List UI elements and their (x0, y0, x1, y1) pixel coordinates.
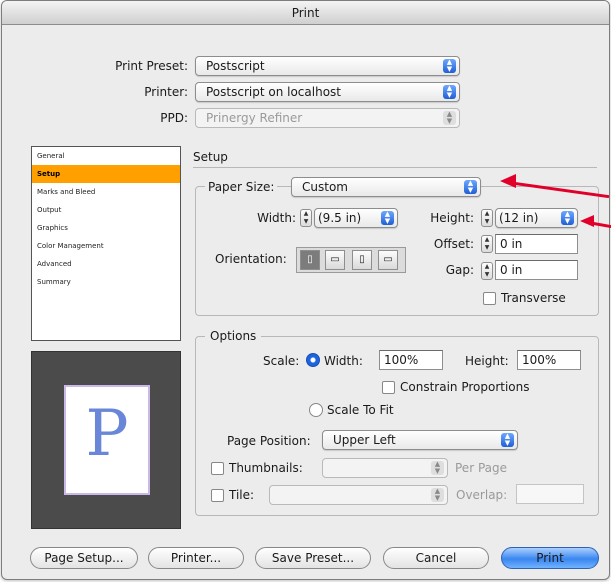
popup-arrows-icon: ▲ ▼ (443, 59, 456, 73)
tile-popup: ▲ ▼ (269, 485, 448, 505)
height-stepper[interactable]: ▲ ▼ (481, 209, 493, 227)
orientation-label: Orientation: (215, 252, 287, 266)
gap-label: Gap: (445, 263, 474, 277)
height-popup[interactable]: (12 in) ▲ ▼ (495, 208, 578, 228)
category-item-summary[interactable]: Summary (32, 273, 180, 291)
page-setup-button[interactable]: Page Setup... (30, 547, 138, 569)
category-item-setup[interactable]: Setup (32, 165, 180, 183)
section-title: Setup (193, 150, 228, 164)
preview-paper: P (64, 385, 150, 495)
gap-stepper[interactable]: ▲ ▼ (481, 262, 493, 280)
width-label: Width: (257, 211, 296, 225)
overlap-label: Overlap: (456, 488, 508, 502)
print-preset-label: Print Preset: (115, 59, 188, 73)
section-divider (193, 167, 597, 168)
thumbnails-popup: ▲ ▼ (322, 458, 448, 478)
printer-popup[interactable]: Postscript on localhost ▲ ▼ (195, 82, 460, 102)
gap-field[interactable]: 0 in (495, 260, 578, 280)
scale-height-label: Height: (465, 354, 509, 368)
printer-label: Printer: (144, 85, 188, 99)
orientation-reverse-landscape-icon[interactable]: ▭ (378, 250, 398, 270)
category-item-color-management[interactable]: Color Management (32, 237, 180, 255)
tile-checkbox[interactable] (211, 489, 224, 502)
ppd-popup: Prinergy Refiner ▲ ▼ (195, 108, 460, 128)
per-page-label: Per Page (455, 461, 507, 475)
constrain-proportions-checkbox[interactable] (382, 381, 395, 394)
window-title: Print (2, 1, 609, 25)
print-preset-value: Postscript (206, 59, 265, 73)
annotation-arrowhead-height (580, 215, 594, 227)
page-position-popup[interactable]: Upper Left ▲ ▼ (322, 430, 518, 450)
offset-stepper[interactable]: ▲ ▼ (481, 235, 493, 253)
cancel-button[interactable]: Cancel (383, 547, 489, 569)
popup-arrows-icon: ▲ ▼ (431, 488, 444, 502)
thumbnails-checkbox[interactable] (211, 462, 224, 475)
offset-field[interactable]: 0 in (495, 234, 578, 254)
popup-arrows-icon: ▲ ▼ (501, 433, 514, 447)
print-preset-popup[interactable]: Postscript ▲ ▼ (195, 56, 460, 76)
paper-size-value: Custom (302, 180, 348, 194)
ppd-value: Prinergy Refiner (206, 111, 303, 125)
height-label: Height: (430, 211, 474, 225)
annotation-arrowhead-paper-size (500, 174, 516, 188)
width-value: (9.5 in) (318, 211, 362, 225)
print-dialog: Print Print Preset: Postscript ▲ ▼ Printe… (1, 0, 610, 580)
constrain-proportions-label: Constrain Proportions (400, 380, 530, 394)
thumbnails-label: Thumbnails: (229, 461, 303, 475)
popup-arrows-icon: ▲ ▼ (561, 211, 574, 225)
popup-arrows-icon: ▲ ▼ (443, 111, 456, 125)
options-title: Options (205, 327, 262, 345)
category-item-general[interactable]: General (32, 147, 180, 165)
orientation-landscape-icon[interactable]: ▭ (325, 250, 345, 270)
page-position-label: Page Position: (227, 434, 311, 448)
printer-value: Postscript on localhost (206, 85, 341, 99)
width-popup[interactable]: (9.5 in) ▲ ▼ (314, 208, 398, 228)
ppd-label: PPD: (160, 111, 188, 125)
scale-to-fit-label: Scale To Fit (327, 403, 394, 417)
scale-label: Scale: (263, 354, 300, 368)
transverse-label: Transverse (501, 291, 566, 305)
category-item-advanced[interactable]: Advanced (32, 255, 180, 273)
width-stepper[interactable]: ▲ ▼ (300, 209, 312, 227)
height-value: (12 in) (499, 211, 539, 225)
category-item-output[interactable]: Output (32, 201, 180, 219)
orientation-portrait-icon[interactable]: ▯ (300, 250, 320, 270)
offset-label: Offset: (433, 237, 474, 251)
popup-arrows-icon: ▲ ▼ (431, 461, 444, 475)
overlap-field (516, 484, 584, 504)
paper-size-popup[interactable]: Custom ▲ ▼ (291, 177, 481, 197)
category-item-marks-and-bleed[interactable]: Marks and Bleed (32, 183, 180, 201)
orientation-reverse-portrait-icon[interactable]: ▯ (352, 250, 372, 270)
popup-arrows-icon: ▲ ▼ (381, 211, 394, 225)
category-list[interactable]: General Setup Marks and Bleed Output Gra… (31, 146, 181, 341)
scale-height-field[interactable]: 100% (517, 350, 581, 370)
save-preset-button[interactable]: Save Preset... (255, 547, 371, 569)
page-preview: P (31, 351, 181, 529)
page-position-value: Upper Left (333, 433, 396, 447)
scale-width-field[interactable]: 100% (379, 350, 443, 370)
popup-arrows-icon: ▲ ▼ (464, 180, 477, 194)
tile-label: Tile: (229, 488, 255, 502)
transverse-checkbox[interactable] (483, 292, 496, 305)
popup-arrows-icon: ▲ ▼ (443, 85, 456, 99)
preview-letter: P (85, 397, 129, 471)
scale-width-label: Width: (324, 354, 363, 368)
scale-to-fit-radio[interactable] (309, 403, 323, 417)
scale-width-radio[interactable] (306, 353, 320, 367)
printer-button[interactable]: Printer... (148, 547, 244, 569)
print-button[interactable]: Print (501, 547, 599, 569)
category-item-graphics[interactable]: Graphics (32, 219, 180, 237)
paper-size-label: Paper Size: (205, 178, 278, 196)
